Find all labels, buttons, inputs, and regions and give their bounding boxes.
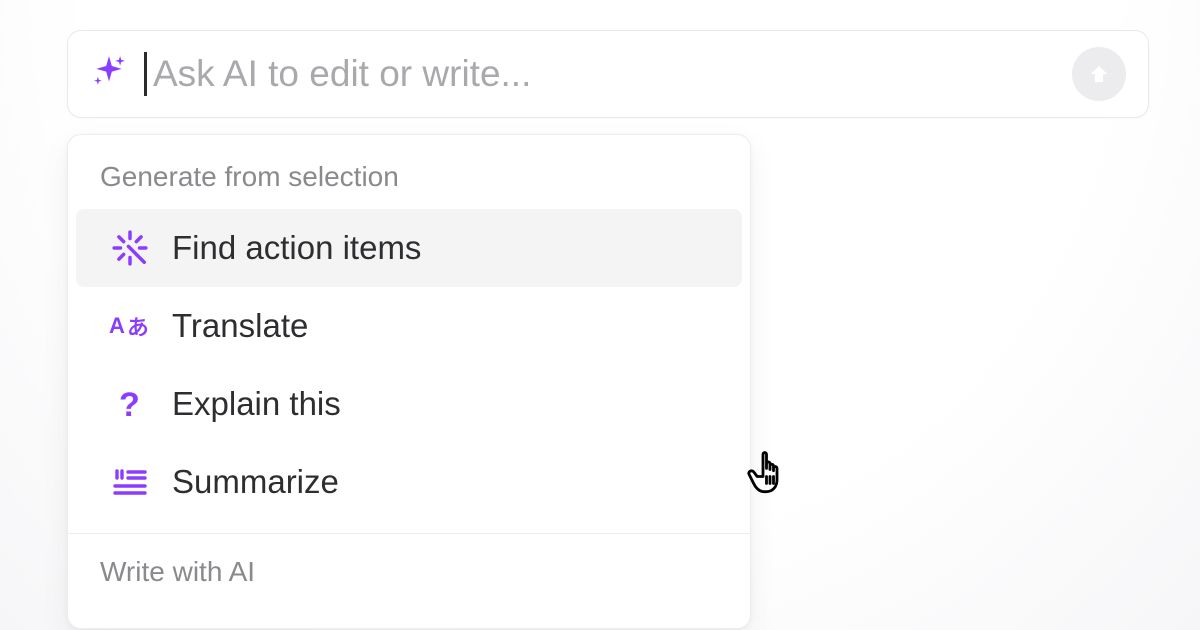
svg-text:あ: あ (127, 311, 149, 341)
ai-actions-menu: Generate from selection Find action item… (67, 134, 751, 629)
send-button[interactable] (1072, 47, 1126, 101)
menu-item-label: Find action items (160, 229, 421, 267)
summarize-icon (100, 468, 160, 496)
question-icon: ? (100, 386, 160, 422)
svg-text:A: A (109, 313, 125, 338)
translate-icon: A あ (100, 311, 160, 341)
text-caret (144, 52, 147, 96)
ai-prompt-input[interactable] (153, 53, 1072, 95)
menu-item-translate[interactable]: A あ Translate (76, 287, 742, 365)
menu-item-label: Translate (160, 307, 308, 345)
menu-section-header-write: Write with AI (100, 556, 718, 588)
svg-text:?: ? (119, 386, 140, 422)
menu-item-label: Summarize (160, 463, 339, 501)
sparkle-icon (90, 53, 128, 96)
arrow-up-icon (1085, 60, 1113, 88)
menu-item-find-action-items[interactable]: Find action items (76, 209, 742, 287)
menu-item-summarize[interactable]: Summarize (76, 443, 742, 521)
wand-icon (100, 229, 160, 267)
menu-section-header-generate: Generate from selection (68, 161, 750, 209)
ai-input-bar[interactable] (67, 30, 1149, 118)
menu-item-explain-this[interactable]: ? Explain this (76, 365, 742, 443)
menu-item-label: Explain this (160, 385, 341, 423)
